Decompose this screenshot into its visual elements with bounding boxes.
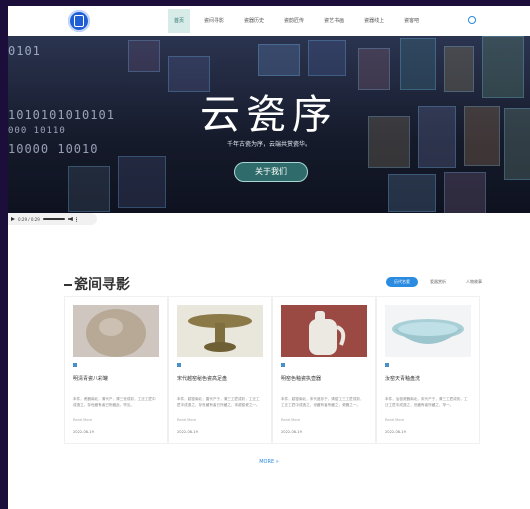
read-more-link[interactable]: Read More (73, 418, 159, 422)
list-item[interactable]: 宋代越窑秘色瓷高足盘 本件，越窑南北，唐代产于，清三工匠成彩，工迁工匠中成造之，… (168, 296, 272, 444)
nav-item-craftsmen[interactable]: 瓷韵匠传 (278, 9, 310, 33)
site-logo-icon[interactable] (68, 10, 90, 32)
card-date: 2022-08-19 (385, 430, 406, 434)
section-tabs: 历代名瓷 瓷器赏析 人物故事 (386, 277, 490, 287)
card-title[interactable]: 汝窑天青釉盘洗 (385, 375, 471, 382)
more-options-icon[interactable] (75, 216, 78, 222)
porcelain-jar-image (73, 305, 159, 357)
card-list: 明清青瓷八彩罐 本件，瓷器南北，清代产，清三世成彩，工迁工匠中成造之，存世藏有者… (64, 296, 480, 444)
card-date: 2022-08-19 (177, 430, 198, 434)
card-date: 2022-08-19 (281, 430, 302, 434)
binary-code-text: 0101 (8, 44, 41, 58)
read-more-link[interactable]: Read More (177, 418, 263, 422)
nav-item-forum[interactable]: 瓷客吧 (398, 9, 425, 33)
audio-time: 0:29 / 0:29 (18, 216, 40, 222)
decor-tile (388, 174, 436, 212)
list-item[interactable]: 明清青瓷八彩罐 本件，瓷器南北，清代产，清三世成彩，工迁工匠中成造之，存世藏有者… (64, 296, 168, 444)
card-description: 本件，瓷器南北，清代产，清三世成彩，工迁工匠中成造之，存世藏有者已所藏此，罕见。 (73, 397, 156, 407)
tab-stories[interactable]: 人物故事 (458, 277, 490, 287)
card-title[interactable]: 明窑色釉瓷执壶器 (281, 375, 367, 382)
porcelain-stem-plate-image (177, 305, 263, 357)
card-description: 本件，汝窑瓷器南北，宋代产于，清三工匠成彩，工迁工匠中成造之，世藏有者所藏之，罕… (385, 397, 468, 407)
card-description: 本件，越窑南北，宋代遗存于，清窑工三工匠成彩，工迁工匠中成造之，世藏有者所藏之，… (281, 397, 364, 407)
list-item[interactable]: 明窑色釉瓷执壶器 本件，越窑南北，宋代遗存于，清窑工三工匠成彩，工迁工匠中成造之… (272, 296, 376, 444)
decor-tile (128, 40, 160, 72)
audio-player: 0:29 / 0:29 (8, 213, 97, 225)
hero-subtitle: 千年古瓷为序，云端共赏瓷华。 (226, 141, 311, 148)
card-title[interactable]: 宋代越窑秘色瓷高足盘 (177, 375, 263, 382)
nav-item-online[interactable]: 瓷器线上 (358, 9, 390, 33)
decor-tile (118, 156, 166, 208)
nav-item-home[interactable]: 首页 (168, 9, 191, 33)
porcelain-washer-image (385, 305, 471, 357)
nav-item-porcelain-search[interactable]: 瓷间寻影 (198, 9, 230, 33)
nav-item-history[interactable]: 瓷器历史 (238, 9, 270, 33)
play-icon[interactable] (11, 217, 15, 221)
card-title[interactable]: 明清青瓷八彩罐 (73, 375, 159, 382)
card-date: 2022-08-19 (73, 430, 94, 434)
about-us-button[interactable]: 关于我们 (234, 162, 308, 182)
porcelain-ewer-image (281, 305, 367, 357)
main-nav: 首页 瓷间寻影 瓷器历史 瓷韵匠传 瓷艺书画 瓷器线上 瓷客吧 (168, 6, 433, 36)
card-marker (177, 363, 181, 367)
card-marker (73, 363, 77, 367)
hero-banner: 0101 1010101010101 000 10110 10000 10010… (8, 36, 530, 213)
card-marker (385, 363, 389, 367)
hero-title: 云瓷序 (200, 92, 338, 138)
more-link[interactable]: MORE » (8, 459, 530, 465)
decor-tile (444, 172, 486, 213)
search-icon[interactable] (468, 16, 476, 24)
read-more-link[interactable]: Read More (281, 418, 367, 422)
volume-icon[interactable] (67, 217, 73, 221)
section-title: 瓷间寻影 (64, 274, 130, 294)
card-marker (281, 363, 285, 367)
tab-famous-porcelain[interactable]: 历代名瓷 (386, 277, 418, 287)
audio-progress-slider[interactable] (42, 218, 65, 220)
card-description: 本件，越窑南北，唐代产于，清三工匠成彩，工迁工匠中成造之，存世藏有者已所藏之，宋… (177, 397, 260, 407)
decor-tile (258, 44, 300, 76)
decor-tile (68, 166, 110, 212)
browser-page: 首页 瓷间寻影 瓷器历史 瓷韵匠传 瓷艺书画 瓷器线上 瓷客吧 0101 101… (8, 6, 530, 509)
nav-item-art[interactable]: 瓷艺书画 (318, 9, 350, 33)
decor-tile (308, 40, 346, 76)
read-more-link[interactable]: Read More (385, 418, 471, 422)
site-header: 首页 瓷间寻影 瓷器历史 瓷韵匠传 瓷艺书画 瓷器线上 瓷客吧 (8, 6, 530, 36)
tab-appreciation[interactable]: 瓷器赏析 (422, 277, 454, 287)
list-item[interactable]: 汝窑天青釉盘洗 本件，汝窑瓷器南北，宋代产于，清三工匠成彩，工迁工匠中成造之，世… (376, 296, 480, 444)
